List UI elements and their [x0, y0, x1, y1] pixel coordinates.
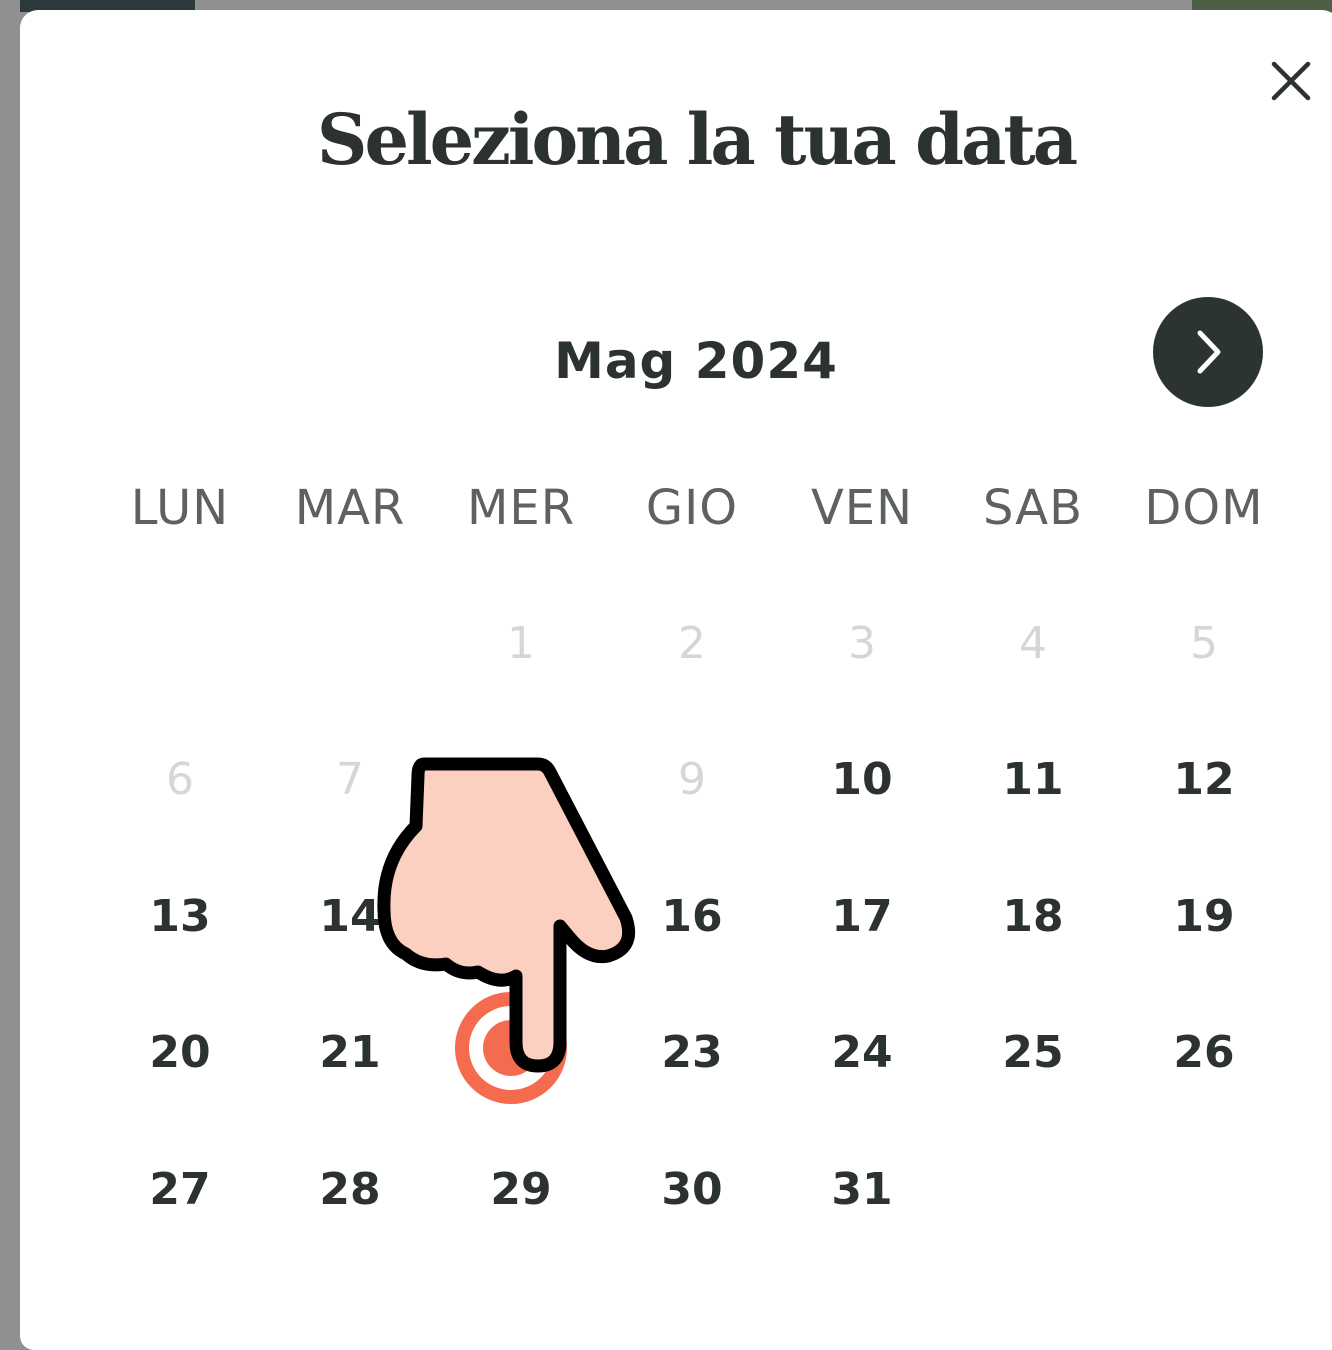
calendar-day[interactable]: 20 — [120, 1008, 240, 1098]
calendar-day[interactable]: 25 — [973, 1008, 1093, 1098]
weekday-label: MAR — [294, 480, 406, 536]
calendar-day[interactable]: 29 — [461, 1145, 581, 1235]
calendar-day-disabled: 4 — [1019, 618, 1047, 669]
calendar-day[interactable]: 12 — [1144, 735, 1264, 825]
calendar-day[interactable]: 11 — [973, 735, 1093, 825]
calendar-day[interactable]: 19 — [1144, 872, 1264, 962]
weekday-label: MER — [466, 480, 576, 536]
calendar-day-disabled: 1 — [507, 618, 535, 669]
calendar-day-disabled: 5 — [1190, 618, 1218, 669]
calendar-day[interactable]: 28 — [290, 1145, 410, 1235]
chevron-right-icon — [1197, 330, 1221, 374]
calendar-day[interactable]: 27 — [120, 1145, 240, 1235]
weekday-label: GIO — [645, 480, 739, 536]
calendar-day-disabled: 2 — [678, 618, 706, 669]
calendar-day-disabled: 3 — [848, 618, 876, 669]
modal-title: Seleziona la tua data — [316, 98, 1078, 181]
calendar-day[interactable]: 24 — [802, 1008, 922, 1098]
calendar-day[interactable]: 13 — [120, 872, 240, 962]
calendar-day[interactable]: 17 — [802, 872, 922, 962]
weekday-label: DOM — [1144, 480, 1264, 536]
calendar-day[interactable]: 18 — [973, 872, 1093, 962]
calendar-day-disabled: 6 — [166, 754, 194, 805]
date-picker-modal: Seleziona la tua data Mag 2024 LUN MAR MER… — [20, 10, 1332, 1350]
pointing-hand-icon — [377, 757, 636, 1073]
weekday-label: SAB — [982, 480, 1084, 536]
calendar-day[interactable]: 31 — [802, 1145, 922, 1235]
next-month-button[interactable] — [1153, 297, 1263, 407]
month-label: Mag 2024 — [554, 332, 838, 390]
calendar-day[interactable]: 10 — [802, 735, 922, 825]
calendar-day[interactable]: 26 — [1144, 1008, 1264, 1098]
weekday-label: LUN — [130, 480, 230, 536]
weekday-label: VEN — [810, 480, 914, 536]
calendar-day[interactable]: 30 — [632, 1145, 752, 1235]
